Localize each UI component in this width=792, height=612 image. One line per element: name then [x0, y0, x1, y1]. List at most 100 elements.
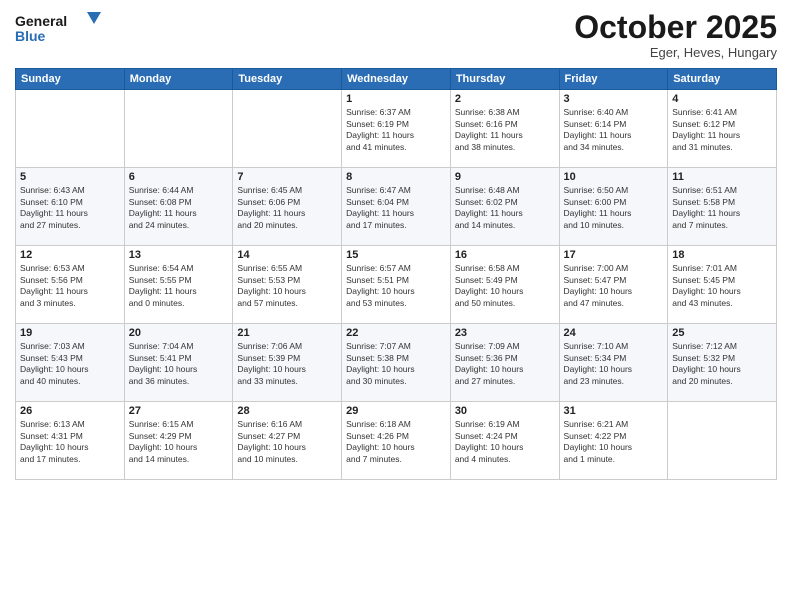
- day-number: 9: [455, 171, 555, 183]
- day-number: 18: [672, 249, 772, 261]
- calendar-cell: 4 Sunrise: 6:41 AM Sunset: 6:12 PM Daylig…: [668, 90, 777, 168]
- day-number: 22: [346, 327, 446, 339]
- page: General Blue October 2025 Eger, Heves, H…: [0, 0, 792, 612]
- logo-svg: General Blue: [15, 10, 105, 50]
- week-row-0: 1Sunrise: 6:37 AM Sunset: 6:19 PM Daylig…: [16, 90, 777, 168]
- calendar-cell: 20 Sunrise: 7:04 AM Sunset: 5:41 PM Dayli…: [124, 324, 233, 402]
- col-friday: Friday: [559, 69, 668, 90]
- calendar-cell: 3Sunrise: 6:40 AM Sunset: 6:14 PM Daylig…: [559, 90, 668, 168]
- day-info: Sunrise: 6:18 AM Sunset: 4:26 PM Dayligh…: [346, 419, 446, 465]
- calendar-table: Sunday Monday Tuesday Wednesday Thursday…: [15, 68, 777, 480]
- calendar-cell: 23Sunrise: 7:09 AM Sunset: 5:36 PM Dayli…: [450, 324, 559, 402]
- day-number: 13: [129, 249, 229, 261]
- svg-text:General: General: [15, 13, 67, 29]
- calendar-cell: 9 Sunrise: 6:48 AM Sunset: 6:02 PM Daylig…: [450, 168, 559, 246]
- day-info: Sunrise: 6:38 AM Sunset: 6:16 PM Dayligh…: [455, 107, 555, 153]
- day-number: 30: [455, 405, 555, 417]
- day-info: Sunrise: 7:03 AM Sunset: 5:43 PM Dayligh…: [20, 341, 120, 387]
- day-number: 5: [20, 171, 120, 183]
- col-monday: Monday: [124, 69, 233, 90]
- col-thursday: Thursday: [450, 69, 559, 90]
- week-row-4: 26 Sunrise: 6:13 AM Sunset: 4:31 PM Dayli…: [16, 402, 777, 480]
- day-info: Sunrise: 6:44 AM Sunset: 6:08 PM Dayligh…: [129, 185, 229, 231]
- week-row-2: 12 Sunrise: 6:53 AM Sunset: 5:56 PM Dayli…: [16, 246, 777, 324]
- day-number: 24: [564, 327, 664, 339]
- calendar-cell: 19Sunrise: 7:03 AM Sunset: 5:43 PM Dayli…: [16, 324, 125, 402]
- day-number: 17: [564, 249, 664, 261]
- day-number: 7: [237, 171, 337, 183]
- day-info: Sunrise: 6:43 AM Sunset: 6:10 PM Dayligh…: [20, 185, 120, 231]
- svg-text:Blue: Blue: [15, 28, 46, 44]
- day-info: Sunrise: 6:51 AM Sunset: 5:58 PM Dayligh…: [672, 185, 772, 231]
- day-info: Sunrise: 6:15 AM Sunset: 4:29 PM Dayligh…: [129, 419, 229, 465]
- calendar-cell: 17Sunrise: 7:00 AM Sunset: 5:47 PM Dayli…: [559, 246, 668, 324]
- day-number: 28: [237, 405, 337, 417]
- logo: General Blue: [15, 10, 105, 50]
- calendar-cell: 5 Sunrise: 6:43 AM Sunset: 6:10 PM Daylig…: [16, 168, 125, 246]
- calendar-cell: 8 Sunrise: 6:47 AM Sunset: 6:04 PM Daylig…: [342, 168, 451, 246]
- day-number: 20: [129, 327, 229, 339]
- day-info: Sunrise: 7:04 AM Sunset: 5:41 PM Dayligh…: [129, 341, 229, 387]
- day-info: Sunrise: 6:19 AM Sunset: 4:24 PM Dayligh…: [455, 419, 555, 465]
- calendar-cell: 6Sunrise: 6:44 AM Sunset: 6:08 PM Daylig…: [124, 168, 233, 246]
- day-number: 11: [672, 171, 772, 183]
- calendar-cell: 21Sunrise: 7:06 AM Sunset: 5:39 PM Dayli…: [233, 324, 342, 402]
- col-saturday: Saturday: [668, 69, 777, 90]
- title-block: October 2025 Eger, Heves, Hungary: [574, 10, 777, 60]
- day-info: Sunrise: 6:40 AM Sunset: 6:14 PM Dayligh…: [564, 107, 664, 153]
- day-number: 29: [346, 405, 446, 417]
- calendar-cell: 22Sunrise: 7:07 AM Sunset: 5:38 PM Dayli…: [342, 324, 451, 402]
- calendar-cell: 28 Sunrise: 6:16 AM Sunset: 4:27 PM Dayli…: [233, 402, 342, 480]
- calendar-cell: 31Sunrise: 6:21 AM Sunset: 4:22 PM Dayli…: [559, 402, 668, 480]
- subtitle: Eger, Heves, Hungary: [574, 45, 777, 60]
- day-info: Sunrise: 6:54 AM Sunset: 5:55 PM Dayligh…: [129, 263, 229, 309]
- calendar-cell: [124, 90, 233, 168]
- col-wednesday: Wednesday: [342, 69, 451, 90]
- week-row-1: 5 Sunrise: 6:43 AM Sunset: 6:10 PM Daylig…: [16, 168, 777, 246]
- calendar-cell: 25 Sunrise: 7:12 AM Sunset: 5:32 PM Dayli…: [668, 324, 777, 402]
- day-info: Sunrise: 7:06 AM Sunset: 5:39 PM Dayligh…: [237, 341, 337, 387]
- calendar-cell: 10Sunrise: 6:50 AM Sunset: 6:00 PM Dayli…: [559, 168, 668, 246]
- calendar-cell: 12 Sunrise: 6:53 AM Sunset: 5:56 PM Dayli…: [16, 246, 125, 324]
- day-number: 2: [455, 93, 555, 105]
- calendar-cell: 27 Sunrise: 6:15 AM Sunset: 4:29 PM Dayli…: [124, 402, 233, 480]
- day-number: 8: [346, 171, 446, 183]
- day-info: Sunrise: 6:13 AM Sunset: 4:31 PM Dayligh…: [20, 419, 120, 465]
- day-info: Sunrise: 6:21 AM Sunset: 4:22 PM Dayligh…: [564, 419, 664, 465]
- day-number: 15: [346, 249, 446, 261]
- day-info: Sunrise: 7:10 AM Sunset: 5:34 PM Dayligh…: [564, 341, 664, 387]
- day-info: Sunrise: 7:01 AM Sunset: 5:45 PM Dayligh…: [672, 263, 772, 309]
- col-tuesday: Tuesday: [233, 69, 342, 90]
- day-info: Sunrise: 7:09 AM Sunset: 5:36 PM Dayligh…: [455, 341, 555, 387]
- day-info: Sunrise: 6:47 AM Sunset: 6:04 PM Dayligh…: [346, 185, 446, 231]
- header: General Blue October 2025 Eger, Heves, H…: [15, 10, 777, 60]
- day-number: 12: [20, 249, 120, 261]
- day-number: 14: [237, 249, 337, 261]
- calendar-cell: [233, 90, 342, 168]
- day-info: Sunrise: 6:48 AM Sunset: 6:02 PM Dayligh…: [455, 185, 555, 231]
- day-info: Sunrise: 6:16 AM Sunset: 4:27 PM Dayligh…: [237, 419, 337, 465]
- calendar-cell: 14Sunrise: 6:55 AM Sunset: 5:53 PM Dayli…: [233, 246, 342, 324]
- day-info: Sunrise: 7:12 AM Sunset: 5:32 PM Dayligh…: [672, 341, 772, 387]
- calendar-cell: 26 Sunrise: 6:13 AM Sunset: 4:31 PM Dayli…: [16, 402, 125, 480]
- calendar-cell: 7Sunrise: 6:45 AM Sunset: 6:06 PM Daylig…: [233, 168, 342, 246]
- col-sunday: Sunday: [16, 69, 125, 90]
- day-info: Sunrise: 6:41 AM Sunset: 6:12 PM Dayligh…: [672, 107, 772, 153]
- calendar-cell: 30 Sunrise: 6:19 AM Sunset: 4:24 PM Dayli…: [450, 402, 559, 480]
- day-number: 4: [672, 93, 772, 105]
- calendar-cell: 11 Sunrise: 6:51 AM Sunset: 5:58 PM Dayli…: [668, 168, 777, 246]
- calendar-cell: [668, 402, 777, 480]
- calendar-cell: 16Sunrise: 6:58 AM Sunset: 5:49 PM Dayli…: [450, 246, 559, 324]
- calendar-cell: 1Sunrise: 6:37 AM Sunset: 6:19 PM Daylig…: [342, 90, 451, 168]
- calendar-cell: 18 Sunrise: 7:01 AM Sunset: 5:45 PM Dayli…: [668, 246, 777, 324]
- day-number: 25: [672, 327, 772, 339]
- day-number: 16: [455, 249, 555, 261]
- calendar-cell: 15 Sunrise: 6:57 AM Sunset: 5:51 PM Dayli…: [342, 246, 451, 324]
- day-number: 27: [129, 405, 229, 417]
- day-number: 26: [20, 405, 120, 417]
- day-info: Sunrise: 6:37 AM Sunset: 6:19 PM Dayligh…: [346, 107, 446, 153]
- day-info: Sunrise: 6:57 AM Sunset: 5:51 PM Dayligh…: [346, 263, 446, 309]
- month-title: October 2025: [574, 10, 777, 45]
- day-info: Sunrise: 6:53 AM Sunset: 5:56 PM Dayligh…: [20, 263, 120, 309]
- calendar-cell: 2 Sunrise: 6:38 AM Sunset: 6:16 PM Daylig…: [450, 90, 559, 168]
